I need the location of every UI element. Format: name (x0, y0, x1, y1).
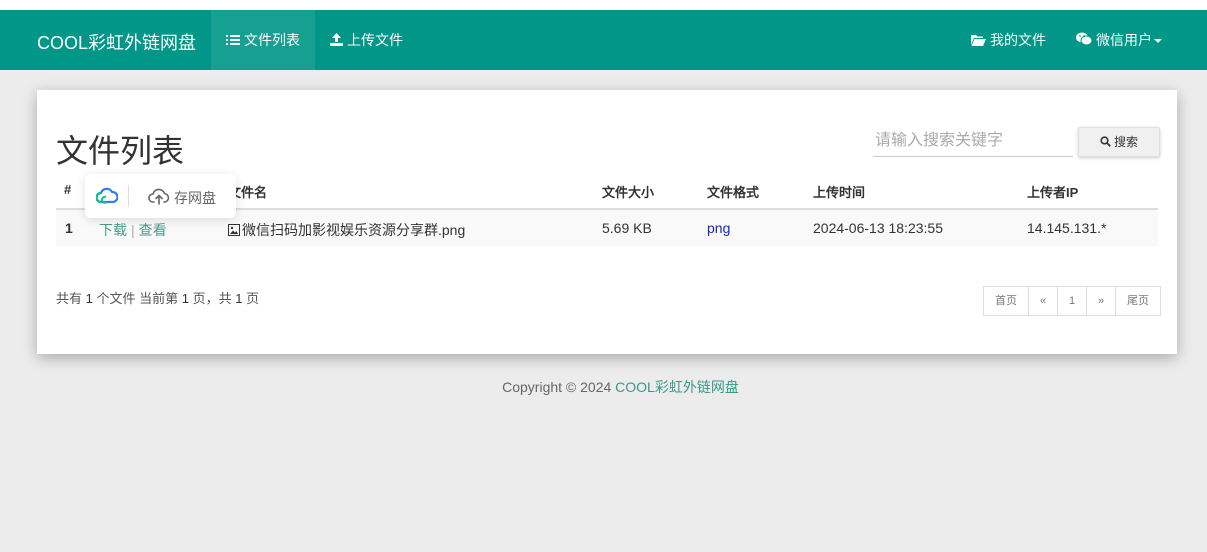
search-input[interactable] (873, 126, 1073, 157)
header-time: 上传时间 (813, 185, 866, 200)
nav-upload-label: 上传文件 (347, 32, 403, 48)
cloud-upload-icon[interactable] (148, 187, 170, 208)
folder-open-icon (971, 11, 986, 71)
nav-file-list-label: 文件列表 (244, 32, 300, 48)
page-prev[interactable]: « (1028, 286, 1058, 316)
summary-prefix: 共有 (56, 291, 83, 306)
page-last[interactable]: 尾页 (1115, 286, 1161, 316)
page-first[interactable]: 首页 (983, 286, 1029, 316)
header-index: # (64, 182, 72, 197)
save-to-cloud-label[interactable]: 存网盘 (174, 188, 216, 208)
popup-divider (128, 185, 129, 207)
summary-mid2: 页，共 (192, 291, 232, 306)
summary-total: 1 (235, 291, 243, 306)
row-actions: 下载 | 查看 (99, 220, 167, 240)
list-icon (226, 11, 240, 71)
page-1[interactable]: 1 (1057, 286, 1087, 316)
upload-icon (330, 11, 343, 71)
summary-suffix: 页 (246, 291, 260, 306)
summary-page: 1 (181, 291, 189, 306)
pagination: 首页 « 1 » 尾页 (983, 286, 1161, 316)
header-ip: 上传者IP (1027, 185, 1079, 200)
row-index: 1 (65, 220, 73, 236)
brand-link[interactable]: COOL彩虹外链网盘 (37, 29, 196, 55)
nav-file-list[interactable]: 文件列表 (211, 10, 315, 70)
search-button[interactable]: 搜索 (1078, 127, 1160, 157)
action-separator: | (131, 222, 135, 238)
filename-text: 微信扫码加影视娱乐资源分享群.png (242, 222, 466, 238)
summary-mid1: 个文件 当前第 (96, 291, 179, 306)
footer-brand-link[interactable]: COOL彩虹外链网盘 (615, 379, 739, 395)
nav-upload[interactable]: 上传文件 (330, 10, 403, 70)
nav-user-dropdown[interactable]: 微信用户 (1076, 10, 1162, 70)
footer: Copyright © 2024 COOL彩虹外链网盘 (0, 377, 1207, 397)
nav-my-files[interactable]: 我的文件 (971, 10, 1046, 70)
summary-count: 1 (85, 291, 93, 306)
row-filename[interactable]: 微信扫码加影视娱乐资源分享群.png (228, 220, 465, 240)
wechat-icon (1076, 11, 1093, 71)
row-time: 2024-06-13 18:23:55 (813, 220, 943, 236)
page-title: 文件列表 (56, 133, 185, 169)
copyright-text: Copyright © 2024 (502, 379, 612, 395)
caret-down-icon (1154, 39, 1162, 44)
search-icon (1100, 129, 1111, 157)
search-button-label: 搜索 (1113, 135, 1138, 149)
navbar: COOL彩虹外链网盘 文件列表 上传文件 我的文件 微信用户 (0, 10, 1207, 70)
row-format: png (707, 220, 731, 236)
page-next[interactable]: » (1086, 286, 1116, 316)
header-format: 文件格式 (707, 185, 760, 200)
row-ip: 14.145.131.* (1027, 220, 1107, 236)
image-file-icon (228, 223, 240, 239)
download-link[interactable]: 下载 (99, 222, 127, 238)
save-to-cloud-popup: 存网盘 (85, 174, 236, 218)
view-link[interactable]: 查看 (139, 222, 167, 238)
nav-user-label: 微信用户 (1096, 32, 1152, 48)
row-size: 5.69 KB (602, 220, 652, 236)
file-summary: 共有 1 个文件 当前第 1 页，共 1 页 (56, 288, 259, 307)
top-strip (0, 0, 1207, 10)
file-list-panel: 文件列表 搜索 # 操作 文件名 文件大小 文件格式 上传时间 上传者IP 1 … (37, 90, 1177, 354)
nav-my-files-label: 我的文件 (990, 32, 1046, 48)
cloud-logo-icon (95, 186, 119, 207)
header-size: 文件大小 (602, 185, 655, 200)
